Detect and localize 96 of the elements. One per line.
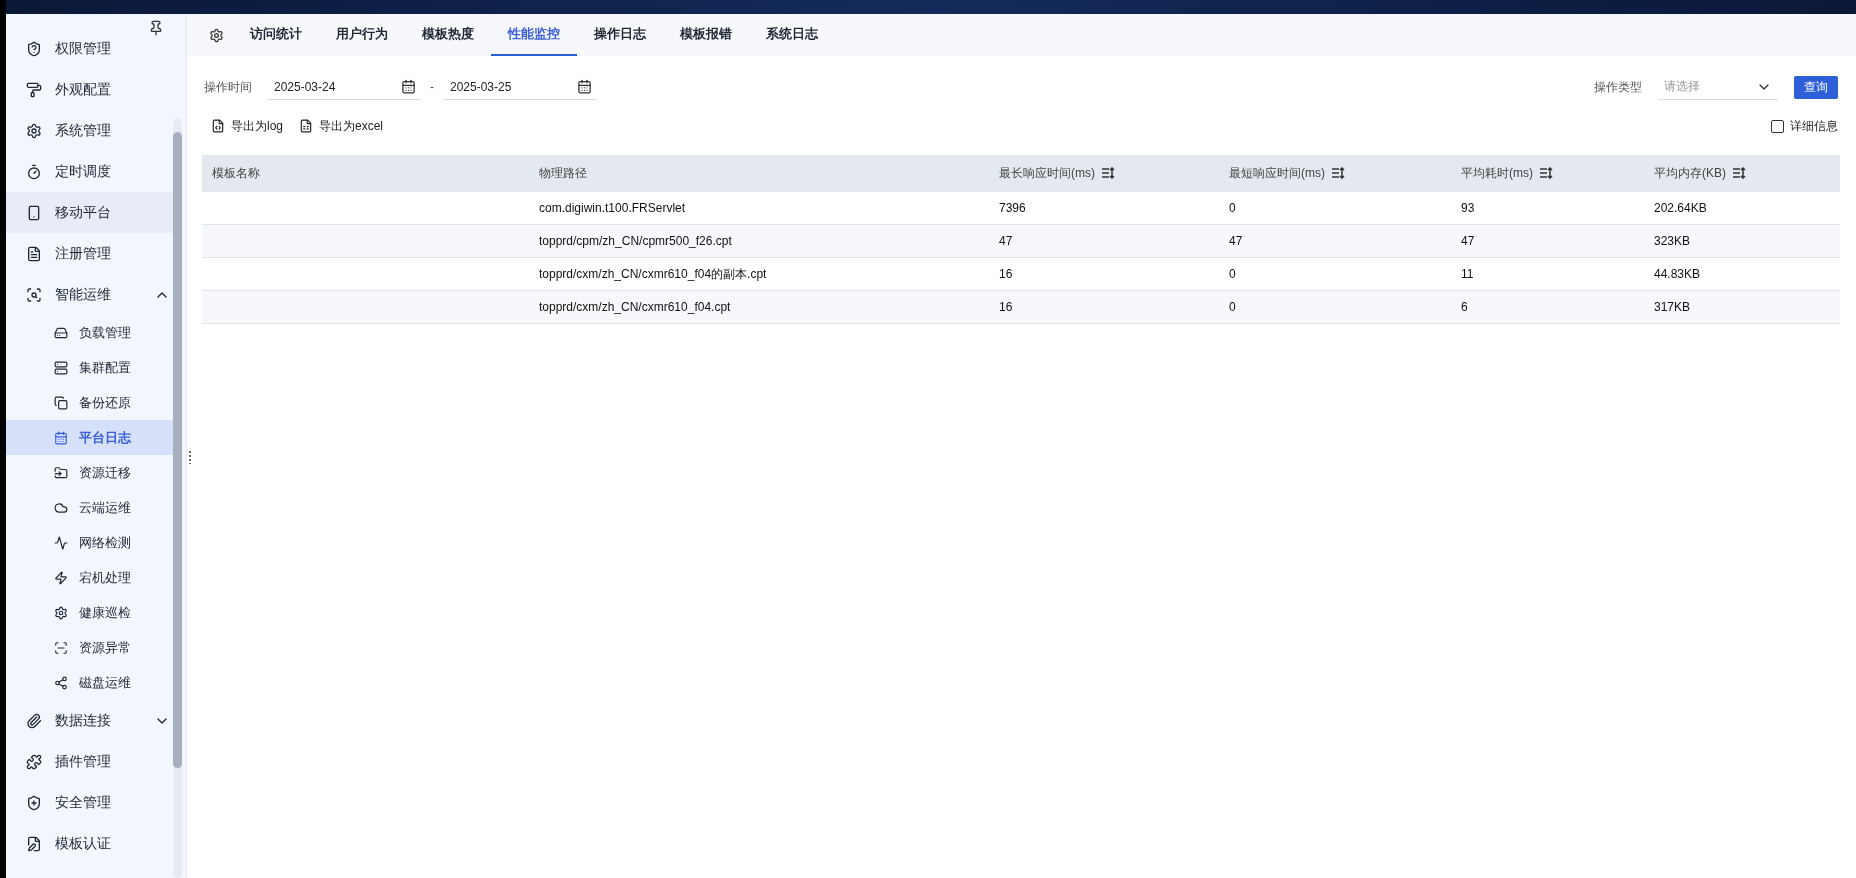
sidebar-subitem[interactable]: 资源迁移 [6, 455, 174, 490]
table-cell-text: topprd/cxm/zh_CN/cxmr610_f04.cpt [538, 300, 732, 314]
table-cell-text: 0 [1228, 201, 1237, 215]
sidebar-subitem[interactable]: 备份还原 [6, 385, 174, 420]
sidebar-item[interactable]: 安全管理 [6, 782, 174, 823]
menu-icon [26, 245, 42, 262]
menu-icon [26, 122, 42, 139]
column-header: 模板名称 [211, 164, 261, 182]
table-cell-text: 93 [1460, 201, 1476, 215]
export-button[interactable]: 导出为log [211, 117, 283, 135]
sidebar-item[interactable]: 注册管理 [6, 233, 174, 274]
sort-icon[interactable] [1101, 167, 1115, 179]
menu-icon [26, 40, 42, 57]
menu-icon [54, 535, 68, 550]
spreadsheet-icon [299, 119, 313, 133]
sidebar-item[interactable]: 模板认证 [6, 823, 174, 864]
file-icon [211, 119, 225, 133]
column-header: 最长响应时间(ms) [989, 164, 1219, 182]
column-header: 平均内存(KB) [1644, 164, 1840, 182]
time-label: 操作时间 [204, 78, 252, 96]
tab[interactable]: 模板热度 [405, 14, 491, 56]
calendar-icon[interactable] [401, 79, 416, 94]
table-cell-text: 11 [1460, 267, 1475, 281]
table-cell-text: 47 [1228, 234, 1244, 248]
menu-icon [54, 360, 68, 375]
table-cell-text: 47 [1460, 234, 1476, 248]
tab[interactable]: 操作日志 [577, 14, 663, 56]
menu-icon [54, 675, 68, 690]
tab[interactable]: 用户行为 [319, 14, 405, 56]
sidebar-subitem[interactable]: 资源异常 [6, 630, 174, 665]
sidebar-subitem[interactable]: 健康巡检 [6, 595, 174, 630]
table-cell-text: 16 [998, 300, 1014, 314]
sidebar-item[interactable]: 移动平台 [6, 192, 174, 233]
tab[interactable]: 访问统计 [233, 14, 319, 56]
menu-icon [54, 465, 68, 480]
sidebar-item[interactable]: 定时调度 [6, 151, 174, 192]
menu-icon [26, 712, 42, 729]
resize-handle[interactable] [188, 450, 192, 464]
date-field[interactable]: 2025-03-24 [268, 74, 420, 100]
tab[interactable]: 性能监控 [491, 14, 577, 56]
calendar-icon[interactable] [577, 79, 592, 94]
table-cell-text: 323KB [1653, 234, 1692, 248]
tab[interactable]: 模板报错 [663, 14, 749, 56]
sidebar-item[interactable]: 外观配置 [6, 69, 174, 110]
sort-icon[interactable] [1539, 167, 1553, 179]
sidebar-item[interactable]: 数据连接 [6, 700, 174, 741]
menu-icon [54, 430, 68, 445]
date-field[interactable]: 2025-03-25 [444, 74, 596, 100]
table-cell-text: topprd/cxm/zh_CN/cxmr610_f04的副本.cpt [538, 265, 768, 283]
detail-checkbox[interactable]: 详细信息 [1771, 117, 1838, 135]
menu-icon [54, 605, 68, 620]
sidebar-item[interactable]: 权限管理 [6, 28, 174, 69]
sidebar-subitem[interactable]: 宕机处理 [6, 560, 174, 595]
sidebar-item[interactable]: 插件管理 [6, 741, 174, 782]
export-button[interactable]: 导出为excel [299, 117, 384, 135]
date-separator: - [430, 80, 434, 94]
table-cell-text: 16 [998, 267, 1014, 281]
table-cell-text: 47 [998, 234, 1014, 248]
sort-icon[interactable] [1732, 167, 1746, 179]
table-cell-text: com.digiwin.t100.FRServlet [538, 201, 687, 215]
column-header: 最短响应时间(ms) [1219, 164, 1451, 182]
column-header: 平均耗时(ms) [1451, 164, 1644, 182]
tab[interactable]: 系统日志 [749, 14, 835, 56]
table-cell-text: 6 [1460, 300, 1469, 314]
menu-icon [54, 395, 68, 410]
type-label: 操作类型 [1594, 78, 1642, 96]
sidebar-subitem[interactable]: 云端运维 [6, 490, 174, 525]
menu-icon [26, 163, 42, 180]
table-cell-text: 7396 [998, 201, 1027, 215]
table-cell-text: 317KB [1653, 300, 1692, 314]
sidebar-item[interactable]: 智能运维 [6, 274, 174, 315]
menu-icon [26, 835, 42, 852]
sidebar-item[interactable]: 系统管理 [6, 110, 174, 151]
menu-icon [54, 640, 68, 655]
query-button[interactable]: 查询 [1794, 75, 1838, 99]
sidebar-subitem[interactable]: 平台日志 [6, 420, 174, 455]
menu-icon [26, 204, 42, 221]
column-header: 物理路径 [538, 164, 588, 182]
table-cell-text: 44.83KB [1653, 267, 1702, 281]
table-cell-text: 0 [1228, 267, 1237, 281]
sidebar-subitem[interactable]: 磁盘运维 [6, 665, 174, 700]
table-cell-text: 0 [1228, 300, 1237, 314]
menu-icon [54, 500, 68, 515]
table-cell-text: 202.64KB [1653, 201, 1708, 215]
menu-icon [26, 81, 42, 98]
sort-icon[interactable] [1331, 167, 1345, 179]
menu-icon [26, 794, 42, 811]
sidebar-subitem[interactable]: 网络检测 [6, 525, 174, 560]
menu-icon [54, 570, 68, 585]
scrollbar[interactable] [173, 118, 182, 878]
sidebar-subitem[interactable]: 负载管理 [6, 315, 174, 350]
menu-icon [54, 325, 68, 340]
menu-icon [26, 286, 42, 303]
table-cell-text: topprd/cpm/zh_CN/cpmr500_f26.cpt [538, 234, 733, 248]
sidebar-subitem[interactable]: 集群配置 [6, 350, 174, 385]
menu-icon [26, 753, 42, 770]
